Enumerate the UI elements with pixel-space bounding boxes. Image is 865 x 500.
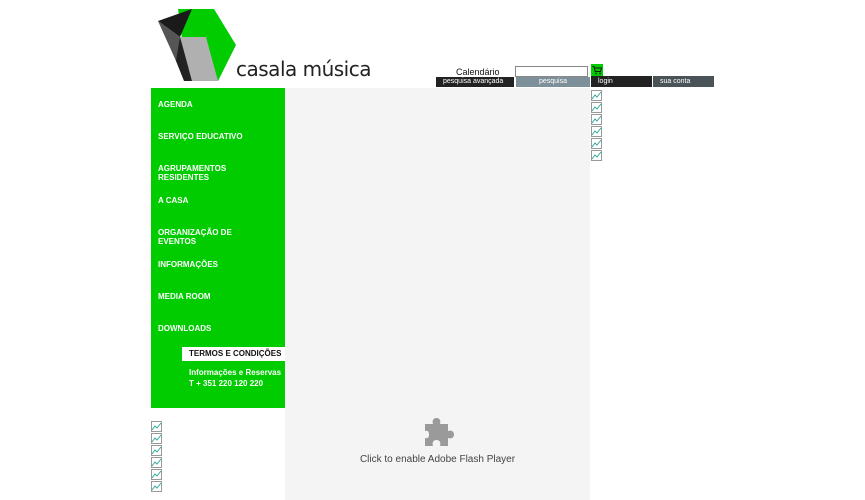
logo-word-casa: casa: [236, 57, 280, 81]
page: casala música Calendário pesquisa avança…: [0, 0, 865, 500]
info-reservations-phone: T + 351 220 120 220: [189, 379, 264, 388]
sidebar-item-informacoes[interactable]: INFORMAÇÕES: [158, 260, 268, 269]
broken-image-icon: [151, 457, 162, 468]
puzzle-piece-icon: [425, 418, 454, 446]
broken-image-icon: [591, 150, 602, 161]
broken-image-icon: [591, 90, 602, 101]
flash-content-area[interactable]: Click to enable Adobe Flash Player: [285, 88, 590, 500]
broken-image-icon: [151, 445, 162, 456]
login-button[interactable]: login: [591, 76, 652, 87]
broken-image-icon: [591, 138, 602, 149]
sidebar-item-agenda[interactable]: AGENDA: [158, 100, 268, 109]
shopping-cart-icon[interactable]: [591, 64, 603, 76]
info-reservations-title: Informações e Reservas: [189, 368, 282, 377]
calendar-link[interactable]: Calendário: [456, 67, 500, 77]
advanced-search-link[interactable]: pesquisa avançada: [436, 77, 514, 87]
broken-image-icon: [591, 114, 602, 125]
terms-and-conditions-link[interactable]: TERMOS E CONDIÇÕES: [182, 347, 285, 361]
sidebar-item-media-room[interactable]: MEDIA ROOM: [158, 292, 268, 301]
logo-word-musica: música: [296, 57, 372, 81]
sidebar-item-a-casa[interactable]: A CASA: [158, 196, 268, 205]
logo-wordmark[interactable]: casala música: [236, 57, 372, 81]
broken-image-icon: [151, 469, 162, 480]
broken-image-icon: [591, 126, 602, 137]
sidebar-nav: AGENDA SERVIÇO EDUCATIVO AGRUPAMENTOS RE…: [151, 88, 285, 408]
sidebar-item-agrupamentos-residentes[interactable]: AGRUPAMENTOS RESIDENTES: [158, 164, 238, 182]
sidebar-item-organizacao-de-eventos[interactable]: ORGANIZAÇÃO DE EVENTOS: [158, 228, 243, 246]
broken-image-icon: [151, 421, 162, 432]
broken-image-icon: [591, 102, 602, 113]
sidebar-item-servico-educativo[interactable]: SERVIÇO EDUCATIVO: [158, 132, 268, 141]
enable-flash-message[interactable]: Click to enable Adobe Flash Player: [285, 454, 590, 465]
account-button[interactable]: sua conta: [653, 76, 714, 87]
search-button[interactable]: pesquisa: [516, 77, 590, 87]
casa-da-musica-logo[interactable]: [158, 9, 238, 83]
search-input[interactable]: [515, 66, 588, 77]
info-reservations: Informações e Reservas T + 351 220 120 2…: [189, 367, 285, 389]
broken-image-icon: [151, 433, 162, 444]
broken-image-icon: [151, 481, 162, 492]
sidebar-item-downloads[interactable]: DOWNLOADS: [158, 324, 268, 333]
logo-word-la: la: [279, 57, 297, 81]
